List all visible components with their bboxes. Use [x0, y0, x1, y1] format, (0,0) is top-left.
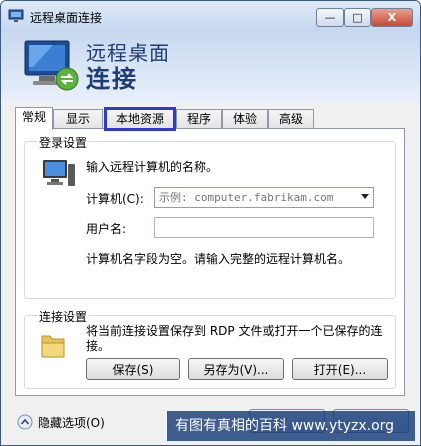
tab-display[interactable]: 显示	[53, 109, 103, 129]
maximize-icon: □	[352, 11, 363, 24]
minimize-icon: —	[324, 11, 336, 24]
connection-settings-group: 连接设置 将当前连接设置保存到 RDP 文件或打开一个已保存的连接。 保存(S)…	[24, 308, 396, 389]
close-button[interactable]: X	[371, 8, 413, 27]
connection-settings-title: 连接设置	[37, 308, 90, 325]
computer-name-prompt: 输入远程计算机的名称。	[86, 160, 219, 174]
username-field[interactable]	[154, 217, 374, 238]
computer-empty-warning: 计算机名字段为空。请输入完整的远程计算机名。	[86, 252, 351, 266]
hide-options-label: 隐藏选项(O)	[38, 415, 105, 430]
window-title: 远程桌面连接	[30, 11, 103, 25]
rdp-window: 远程桌面连接 — □ X 远程桌面 连接 常规 显示 本地资源 程序 体验 高级…	[0, 0, 421, 446]
username-label: 用户名:	[86, 222, 127, 236]
maximize-button[interactable]: □	[344, 8, 371, 27]
minimize-button[interactable]: —	[316, 8, 344, 27]
chevron-up-icon[interactable]	[17, 414, 33, 430]
tab-experience[interactable]: 体验	[222, 109, 268, 129]
watermark-banner: 有图有真相的百科 www.ytyzx.org	[167, 411, 415, 441]
tab-local-resources[interactable]: 本地资源	[104, 107, 176, 131]
tab-advanced[interactable]: 高级	[268, 109, 314, 129]
monitor-icon	[24, 40, 79, 91]
remote-desktop-icon	[8, 9, 24, 22]
chevron-down-icon[interactable]	[361, 194, 369, 199]
save-button[interactable]: 保存(S)	[86, 358, 180, 380]
save-as-button[interactable]: 另存为(V)...	[188, 358, 284, 380]
hide-options-toggle[interactable]: 隐藏选项(O)	[17, 413, 105, 431]
header-title-line2: 连接	[86, 65, 138, 93]
folder-icon	[41, 335, 65, 358]
close-icon: X	[387, 11, 397, 24]
title-bar[interactable]: 远程桌面连接 — □ X	[1, 1, 420, 31]
login-settings-group: 登录设置 输入远程计算机的名称。 计算机(C): 用户名: 计算机名字段为空。请…	[24, 134, 396, 299]
open-button[interactable]: 打开(E)...	[292, 358, 388, 380]
tab-general[interactable]: 常规	[15, 107, 53, 130]
username-input[interactable]	[155, 218, 373, 237]
computer-label: 计算机(C):	[86, 192, 144, 206]
tab-programs[interactable]: 程序	[176, 109, 222, 129]
login-settings-title: 登录设置	[37, 134, 90, 151]
tab-panel-general: 登录设置 输入远程计算机的名称。 计算机(C): 用户名: 计算机名字段为空。请…	[15, 128, 405, 396]
header-banner: 远程桌面 连接	[1, 31, 420, 103]
connection-description: 将当前连接设置保存到 RDP 文件或打开一个已保存的连接。	[86, 324, 383, 353]
computer-input[interactable]	[155, 188, 373, 207]
computer-combobox[interactable]	[154, 187, 374, 208]
computer-icon	[43, 160, 75, 186]
